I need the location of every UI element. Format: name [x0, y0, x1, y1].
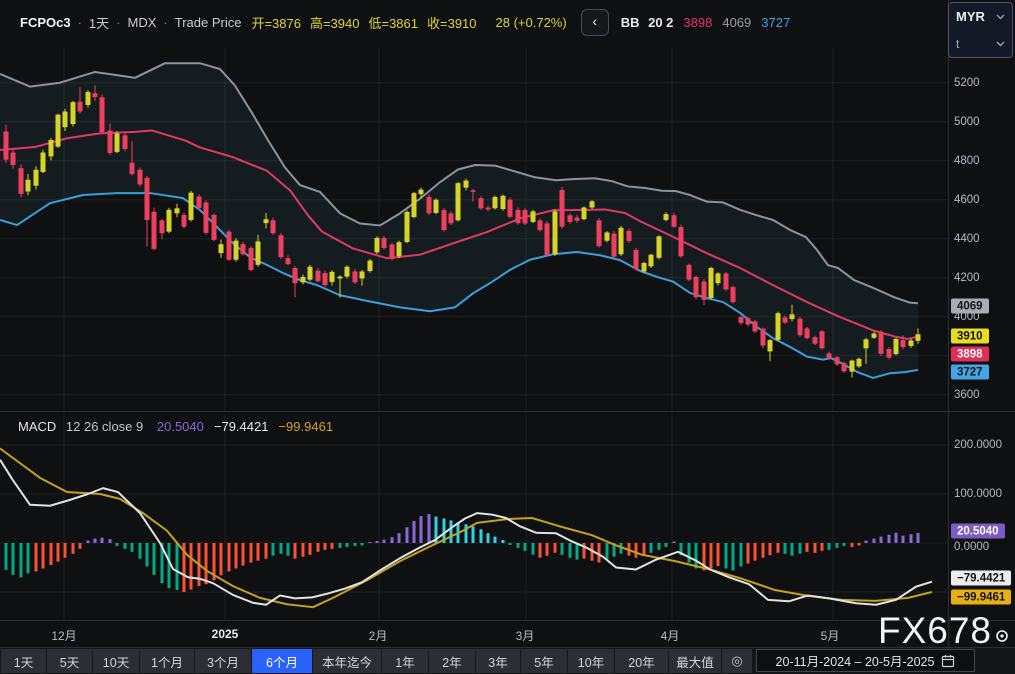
price-type-label: Trade Price: [175, 15, 242, 30]
range-button-3年[interactable]: 3年: [476, 649, 520, 673]
price-axis-label: 3600: [954, 389, 980, 401]
collapse-legend-button[interactable]: ‹: [581, 9, 609, 36]
price-axis-label: 4600: [954, 194, 980, 206]
price-axis-label: 4800: [954, 155, 980, 167]
separator-dot: ·: [116, 15, 120, 30]
chevron-down-icon: [996, 41, 1005, 47]
macd-indicator-legend[interactable]: MACD 12 26 close 9 20.5040 −79.4421 −99.94…: [18, 419, 333, 434]
ohlc-values: 开=3876 高=3940 低=3861 收=3910: [251, 13, 485, 32]
time-label-4月: 4月: [661, 627, 680, 644]
range-button-10年[interactable]: 10年: [568, 649, 614, 673]
macd-value: 20.5040: [157, 419, 204, 434]
ohlc-低: 低=3861: [368, 16, 418, 31]
macd-axis-label: 0.0000: [954, 541, 989, 553]
separator-dot: ·: [163, 15, 167, 30]
gear-icon[interactable]: ◎: [722, 649, 752, 673]
price-axis-label: 4400: [954, 233, 980, 245]
bb-indicator-title[interactable]: BB 20 2: [621, 15, 674, 30]
macd-chart-pane[interactable]: [0, 415, 948, 620]
trading-terminal: FCPOc3 · 1天 · MDX · Trade Price 开=3876 高=…: [0, 0, 1015, 674]
macd-badge: −99.9461: [951, 590, 1011, 605]
time-label-2月: 2月: [369, 627, 388, 644]
price-axis-label: 5200: [954, 77, 980, 89]
range-button-20年[interactable]: 20年: [615, 649, 668, 673]
date-range-picker[interactable]: 20-11月-2024 – 20-5月-2025: [756, 649, 975, 672]
price-axis-label: 4200: [954, 272, 980, 284]
range-button-5天[interactable]: 5天: [47, 649, 92, 673]
bb-value: 3727: [761, 15, 790, 30]
separator-dot: ·: [78, 15, 82, 30]
price-badge-3898: 3898: [951, 347, 989, 362]
range-button-6个月[interactable]: 6个月: [252, 649, 312, 673]
ohlc-收: 收=3910: [427, 16, 477, 31]
macd-axis-label: 200.0000: [954, 439, 1002, 451]
bb-value: 3898: [683, 15, 712, 30]
ohlc-高: 高=3940: [310, 16, 360, 31]
range-button-5年[interactable]: 5年: [521, 649, 567, 673]
pane-divider[interactable]: [0, 411, 1015, 412]
price-badge-3910: 3910: [951, 329, 989, 344]
bb-value: 4069: [722, 15, 751, 30]
unit-dropdown[interactable]: t: [949, 30, 1012, 57]
unit-value: t: [956, 37, 959, 51]
range-button-1年[interactable]: 1年: [382, 649, 428, 673]
fx678-watermark: FX678: [878, 610, 1010, 652]
currency-value: MYR: [956, 9, 985, 24]
change-value: 28 (+0.72%): [496, 15, 567, 30]
time-axis[interactable]: 12月 2025 2月 3月 4月 5月: [0, 621, 1015, 648]
range-button-1天[interactable]: 1天: [1, 649, 46, 673]
range-button-10天[interactable]: 10天: [93, 649, 139, 673]
currency-unit-selector: MYR t: [948, 2, 1013, 58]
macd-badge: −79.4421: [951, 571, 1011, 586]
currency-dropdown[interactable]: MYR: [949, 3, 1012, 30]
calendar-icon: [941, 654, 955, 668]
chevron-down-icon: [996, 14, 1005, 20]
macd-title: MACD: [18, 419, 56, 434]
range-button-2年[interactable]: 2年: [429, 649, 475, 673]
exchange-label: MDX: [128, 15, 157, 30]
macd-badge: 20.5040: [951, 524, 1005, 539]
price-axis-separator: [948, 0, 949, 648]
watermark-ring-icon: [994, 628, 1010, 644]
date-range-text: 20-11月-2024 – 20-5月-2025: [776, 651, 935, 670]
time-label-3月: 3月: [516, 627, 535, 644]
price-chart-pane[interactable]: [0, 48, 948, 411]
time-label-5月: 5月: [821, 627, 840, 644]
price-badge-4069: 4069: [951, 299, 989, 314]
time-label-12月: 12月: [51, 627, 76, 644]
chart-legend-bar: FCPOc3 · 1天 · MDX · Trade Price 开=3876 高=…: [0, 0, 968, 44]
symbol-name[interactable]: FCPOc3: [20, 15, 71, 30]
time-label-2025: 2025: [212, 627, 239, 641]
range-button-本年迄今[interactable]: 本年迄今: [313, 649, 381, 673]
price-axis-label: 5000: [954, 116, 980, 128]
bb-indicator-values: 3898 4069 3727: [673, 15, 790, 30]
interval-label[interactable]: 1天: [89, 13, 109, 32]
macd-axis-label: 100.0000: [954, 488, 1002, 500]
macd-indicator-values: 20.5040 −79.4421 −99.9461: [147, 419, 333, 434]
price-badge-3727: 3727: [951, 365, 989, 380]
macd-value: −99.9461: [278, 419, 333, 434]
range-button-1个月[interactable]: 1个月: [140, 649, 194, 673]
macd-params: 12 26 close 9: [66, 419, 143, 434]
range-button-最大值[interactable]: 最大值: [669, 649, 721, 673]
range-button-3个月[interactable]: 3个月: [195, 649, 251, 673]
ohlc-开: 开=3876: [251, 16, 301, 31]
macd-value: −79.4421: [214, 419, 269, 434]
